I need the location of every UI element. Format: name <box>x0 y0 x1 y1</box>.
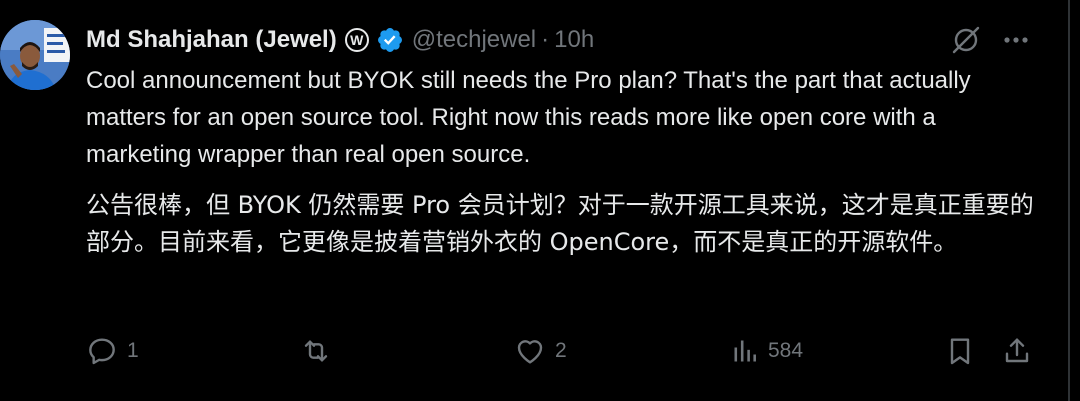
tweet-header: Md Shahjahan (Jewel) W @techjewel · 10h <box>86 22 594 58</box>
view-count: 584 <box>768 339 804 362</box>
like-icon <box>517 340 543 364</box>
views-button[interactable]: 584 <box>731 333 803 369</box>
user-handle[interactable]: @techjewel <box>412 26 536 54</box>
tweet-text-chinese: 公告很棒，但 BYOK 仍然需要 Pro 会员计划？对于一款开源工具来说，这才是… <box>86 191 1034 256</box>
like-button[interactable]: 2 <box>514 333 567 369</box>
avatar[interactable] <box>0 20 70 90</box>
views-icon <box>734 340 756 362</box>
timestamp[interactable]: 10h <box>554 26 594 54</box>
scrollbar-track[interactable] <box>1068 0 1070 401</box>
verified-badge-icon[interactable] <box>376 26 404 54</box>
more-icon[interactable] <box>1001 22 1031 58</box>
tweet[interactable]: Md Shahjahan (Jewel) W @techjewel · 10h … <box>0 0 1062 401</box>
repost-button[interactable] <box>300 333 341 369</box>
share-button[interactable] <box>1001 333 1033 369</box>
separator-dot: · <box>541 26 550 53</box>
bookmark-icon <box>950 338 970 365</box>
reply-count: 1 <box>127 339 139 362</box>
share-icon <box>1005 338 1029 363</box>
reply-button[interactable]: 1 <box>86 333 139 369</box>
wordpress-badge-icon: W <box>344 28 369 52</box>
reply-icon <box>89 338 115 365</box>
repost-icon <box>304 340 328 362</box>
display-name[interactable]: Md Shahjahan (Jewel) <box>86 26 337 54</box>
tweet-text-english: Cool announcement but BYOK still needs t… <box>86 67 971 168</box>
grok-icon[interactable] <box>950 22 982 58</box>
bookmark-button[interactable] <box>944 333 976 369</box>
like-count: 2 <box>555 339 567 362</box>
